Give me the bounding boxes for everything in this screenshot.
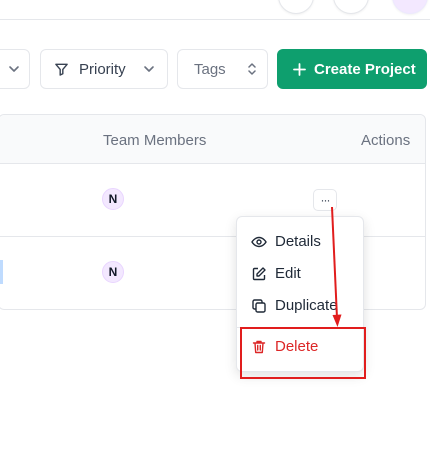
annotation-highlight-box: [240, 327, 366, 379]
annotation-arrow: [331, 206, 342, 327]
